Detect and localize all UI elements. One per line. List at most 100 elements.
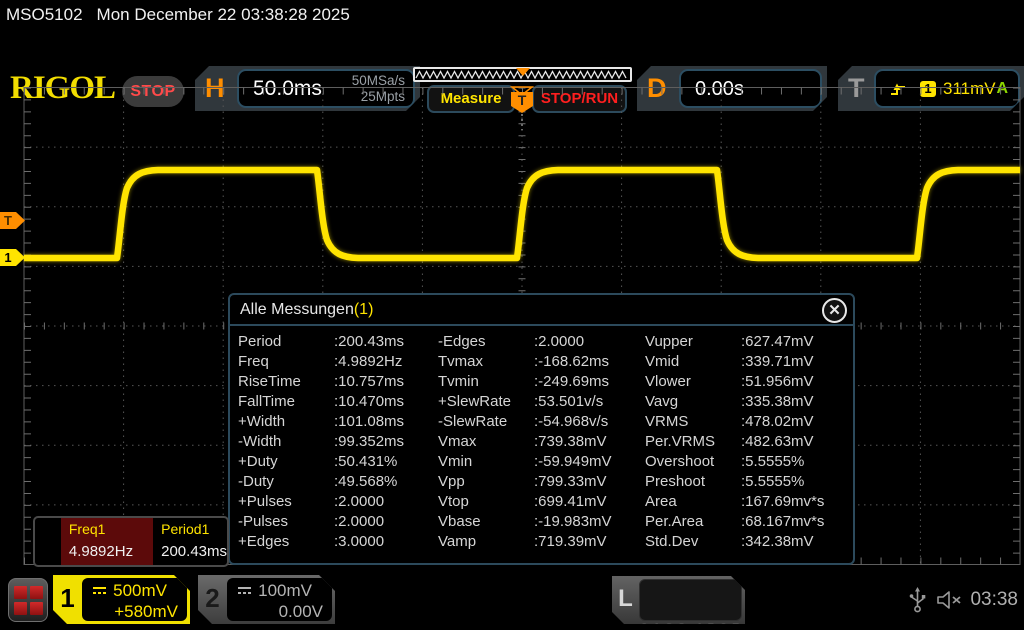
measurement-value: :335.38mV xyxy=(741,393,850,413)
measurement-label: Tvmin xyxy=(438,373,534,393)
measurement-label: Per.Area xyxy=(645,513,741,533)
logic-channels-pod[interactable]: L 0 1 2 3 4 5 6 7 8 9 1011 12131415 xyxy=(612,576,745,624)
dc-coupling-icon xyxy=(237,585,252,596)
close-icon[interactable]: ✕ xyxy=(822,298,847,323)
measurement-label: +Pulses xyxy=(238,493,334,513)
measurement-value: :51.956mV xyxy=(741,373,850,393)
measurement-label: FallTime xyxy=(238,393,334,413)
ch1-ground-marker[interactable]: 1 xyxy=(0,249,25,266)
measurement-value: :-59.949mV xyxy=(534,453,645,473)
menu-grid-button[interactable] xyxy=(8,578,48,622)
panel-title-text: Alle Messungen xyxy=(240,301,354,318)
measurement-label: +Width xyxy=(238,413,334,433)
measure-item-label: Freq1 xyxy=(69,521,153,537)
measure-item-label: Period1 xyxy=(161,521,227,537)
measurement-value: :5.5555% xyxy=(741,473,850,493)
memory-position-marker[interactable] xyxy=(516,68,530,76)
panel-title: Alle Messungen(1) ✕ xyxy=(230,295,853,326)
channel1-field: 500mV +580mV xyxy=(82,578,187,621)
system-time: 03:38 xyxy=(970,589,1018,611)
usb-icon xyxy=(909,587,926,613)
measurement-label: RiseTime xyxy=(238,373,334,393)
measurement-label: Preshoot xyxy=(645,473,741,493)
measurement-value: :49.568% xyxy=(334,473,438,493)
channel2-field: 100mV 0.00V xyxy=(227,578,332,621)
measurement-label: +Edges xyxy=(238,533,334,553)
all-measurements-panel: Alle Messungen(1) ✕ Period:200.43msFreq:… xyxy=(228,293,855,565)
measurement-label: Vbase xyxy=(438,513,534,533)
channel1-offset: +580mV xyxy=(82,601,187,622)
measurement-value: :-168.62ms xyxy=(534,353,645,373)
model-name: MSO5102 xyxy=(6,5,83,24)
measurement-value: :4.9892Hz xyxy=(334,353,438,373)
oscilloscope-screen: MSO5102 Mon December 22 03:38:28 2025 RIG… xyxy=(0,0,1024,630)
measurement-value: :2.0000 xyxy=(334,493,438,513)
measurement-label: Vpp xyxy=(438,473,534,493)
measurement-value: :2.0000 xyxy=(534,333,645,353)
measure-item-value: 200.43ms xyxy=(161,543,227,560)
measurement-label: VRMS xyxy=(645,413,741,433)
channel2-scale: 100mV xyxy=(258,580,312,601)
measurement-label: Vavg xyxy=(645,393,741,413)
measurement-value: :627.47mV xyxy=(741,333,850,353)
measure-item-period1[interactable]: Period1 200.43ms xyxy=(153,518,227,565)
measurement-value: :3.0000 xyxy=(334,533,438,553)
memory-overview-strip[interactable] xyxy=(413,67,632,82)
measure-item-freq1[interactable]: Freq1 4.9892Hz xyxy=(61,518,153,565)
measurement-value: :799.33mV xyxy=(534,473,645,493)
measurement-value: :339.71mV xyxy=(741,353,850,373)
measurements-column-3: Vupper:627.47mVVmid:339.71mVVlower:51.95… xyxy=(645,333,850,553)
measurement-label: Std.Dev xyxy=(645,533,741,553)
measurement-label: Vamp xyxy=(438,533,534,553)
channel2-pod[interactable]: 2 100mV 0.00V xyxy=(198,575,335,624)
panel-title-count: (1) xyxy=(354,301,374,318)
measurement-value: :482.63mV xyxy=(741,433,850,453)
measurement-label: Overshoot xyxy=(645,453,741,473)
channel2-number: 2 xyxy=(198,575,227,624)
bottom-bar: 1 500mV +580mV 2 xyxy=(0,570,1024,630)
speaker-muted-icon xyxy=(936,589,962,611)
measurement-value: :719.39mV xyxy=(534,533,645,553)
dc-coupling-icon xyxy=(92,585,107,596)
measurement-label: Area xyxy=(645,493,741,513)
svg-text:T: T xyxy=(4,213,12,228)
datetime: Mon December 22 03:38:28 2025 xyxy=(97,5,350,24)
measure-item-bar: Freq1 4.9892Hz Period1 200.43ms xyxy=(33,516,229,567)
measurement-value: :10.757ms xyxy=(334,373,438,393)
measurement-label: Per.VRMS xyxy=(645,433,741,453)
measurement-value: :50.431% xyxy=(334,453,438,473)
measurement-label: -SlewRate xyxy=(438,413,534,433)
channel2-offset: 0.00V xyxy=(227,601,332,622)
measurement-label: Vlower xyxy=(645,373,741,393)
measurement-label: -Width xyxy=(238,433,334,453)
measurement-value: :342.38mV xyxy=(741,533,850,553)
measurement-value: :101.08ms xyxy=(334,413,438,433)
system-icons: 03:38 xyxy=(909,570,1024,630)
measurement-value: :2.0000 xyxy=(334,513,438,533)
measurement-label: Vtop xyxy=(438,493,534,513)
svg-text:1: 1 xyxy=(4,250,11,265)
trigger-level-marker[interactable]: T xyxy=(0,212,25,229)
measurement-value: :739.38mV xyxy=(534,433,645,453)
measurement-value: :68.167mv*s xyxy=(741,513,850,533)
header-bar: RIGOL STOP H 50.0ms 50MSa/s 25Mpts Measu… xyxy=(0,30,1024,85)
measurement-label: Period xyxy=(238,333,334,353)
measurement-value: :-19.983mV xyxy=(534,513,645,533)
measurement-label: +SlewRate xyxy=(438,393,534,413)
measurement-value: :-54.968v/s xyxy=(534,413,645,433)
logic-label: L xyxy=(612,576,639,624)
logic-row-1: 0 1 2 3 4 5 6 7 xyxy=(640,619,741,630)
measurements-column-1: Period:200.43msFreq:4.9892HzRiseTime:10.… xyxy=(238,333,438,553)
measurement-value: :-249.69ms xyxy=(534,373,645,393)
measurement-label: Vmid xyxy=(645,353,741,373)
measurement-label: -Pulses xyxy=(238,513,334,533)
measurement-label: -Duty xyxy=(238,473,334,493)
measurement-label: Tvmax xyxy=(438,353,534,373)
logic-channel-numbers: 0 1 2 3 4 5 6 7 8 9 1011 12131415 xyxy=(639,579,742,621)
channel1-pod[interactable]: 1 500mV +580mV xyxy=(53,575,190,624)
channel1-scale: 500mV xyxy=(113,580,167,601)
measurement-value: :10.470ms xyxy=(334,393,438,413)
measurement-value: :167.69mv*s xyxy=(741,493,850,513)
measure-item-value: 4.9892Hz xyxy=(69,543,153,560)
measurement-label: Freq xyxy=(238,353,334,373)
